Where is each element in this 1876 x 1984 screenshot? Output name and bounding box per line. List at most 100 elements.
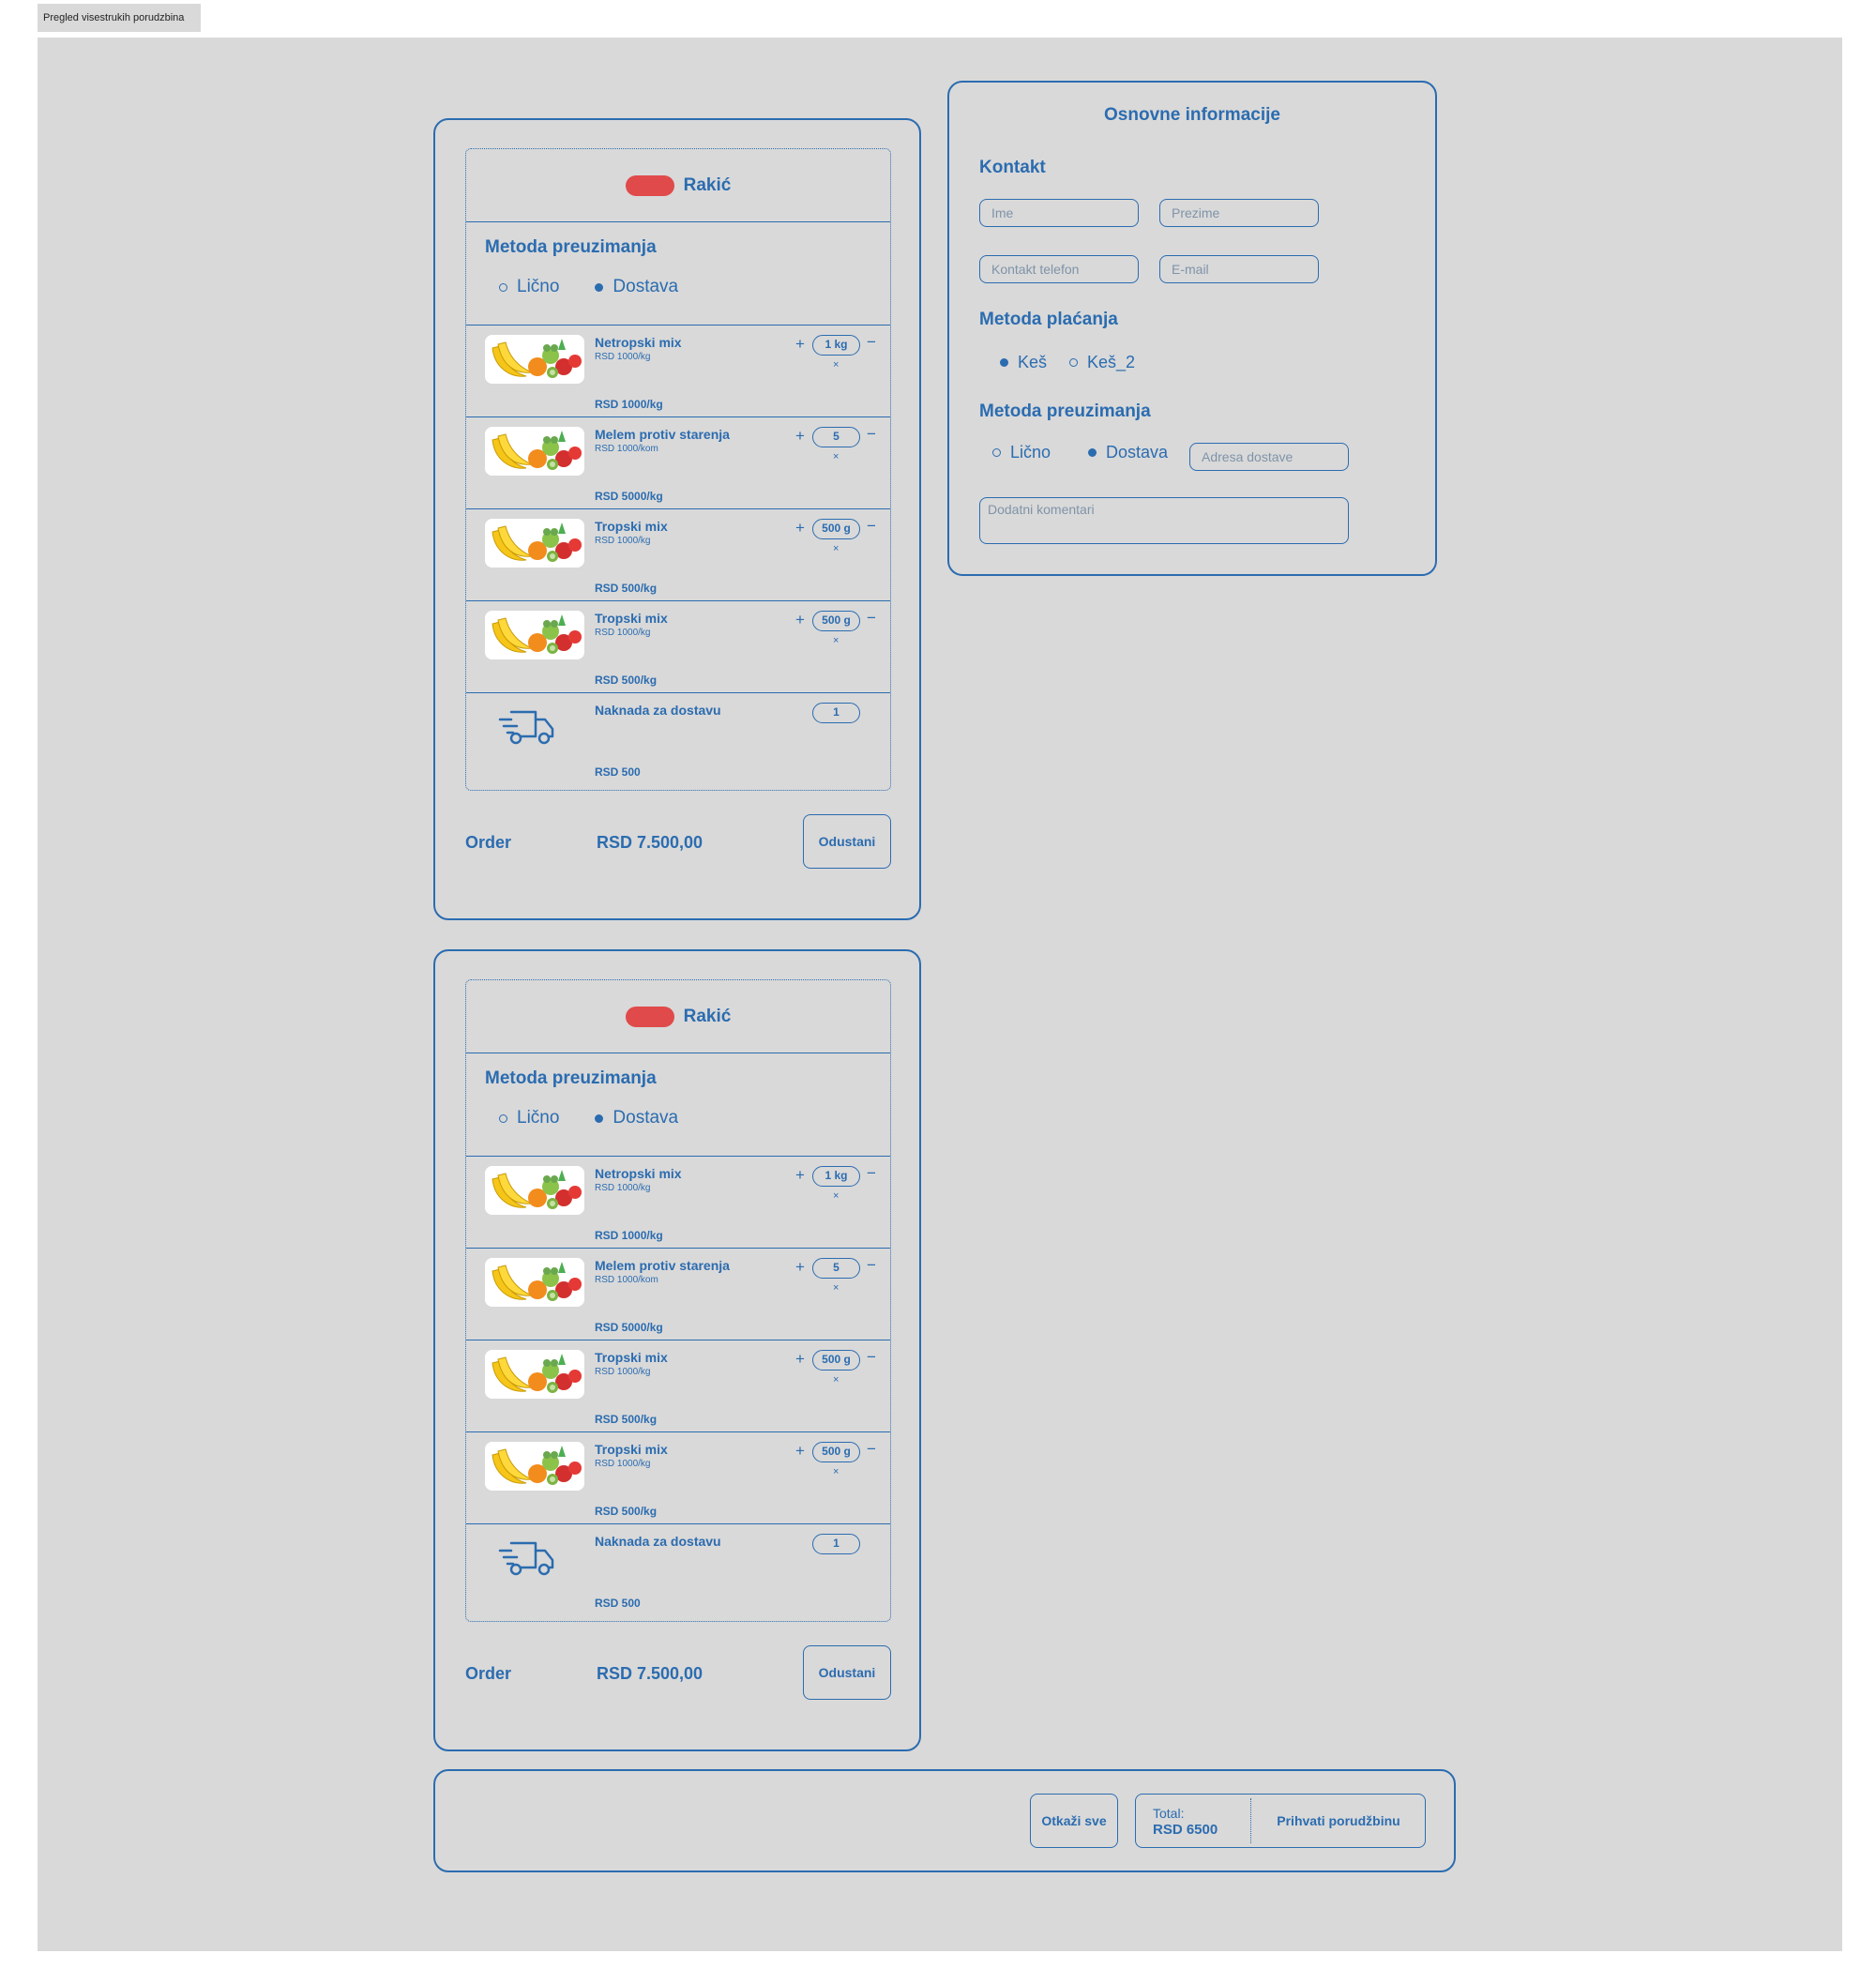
quantity-input[interactable]: 500 g: [812, 611, 860, 631]
quantity-display: 1: [812, 703, 860, 723]
remove-item-button[interactable]: ×: [833, 1190, 839, 1202]
radio-empty-icon: [992, 448, 1001, 457]
pickup-option-dostava[interactable]: Dostava: [595, 277, 678, 297]
page-tab[interactable]: Pregled visestrukih porudzbina: [38, 4, 201, 32]
delivery-truck-icon: [498, 706, 556, 748]
remove-item-button[interactable]: ×: [833, 635, 839, 646]
item-unit-price: RSD 1000/kg: [595, 1183, 651, 1193]
decrease-quantity-button[interactable]: −: [867, 1164, 876, 1183]
remove-item-button[interactable]: ×: [833, 451, 839, 462]
quantity-input[interactable]: 500 g: [812, 1442, 860, 1462]
shop-name: Rakić: [683, 174, 732, 195]
item-total: RSD 500/kg: [595, 674, 658, 687]
decrease-quantity-button[interactable]: −: [867, 425, 876, 444]
cart-item-row: RSD 1000/kg +500 g − × Tropski mix RSD 500/kg: [466, 1432, 890, 1524]
info-pickup-option-licno[interactable]: Lično: [992, 443, 1051, 462]
product-image: [485, 1258, 584, 1307]
increase-quantity-button[interactable]: +: [795, 1350, 805, 1369]
cart-item-row: RSD 1000/kg +500 g − × Tropski mix RSD 500/kg: [466, 509, 890, 601]
cancel-all-button[interactable]: Otkaži sve: [1030, 1794, 1118, 1848]
order-total: RSD 7.500,00: [597, 833, 704, 852]
quantity-input[interactable]: 5: [812, 427, 860, 447]
item-total: RSD 500: [595, 765, 641, 779]
item-total: RSD 500: [595, 1597, 641, 1610]
radio-selected-icon: [1088, 448, 1097, 457]
decrease-quantity-button[interactable]: −: [867, 609, 876, 628]
item-name: Naknada za dostavu: [595, 1534, 721, 1549]
cart-item-row: RSD 1000/kg +1 kg − × Netropski mix RSD 1000/…: [466, 326, 890, 417]
total-value: RSD 6500: [1153, 1822, 1218, 1838]
shop-logo: [625, 174, 674, 196]
remove-item-button[interactable]: ×: [833, 1374, 839, 1386]
cart-item-row: RSD 1000/kg +1 kg − × Netropski mix RSD 1000/…: [466, 1157, 890, 1249]
quantity-input[interactable]: 1 kg: [812, 335, 860, 356]
first-name-field[interactable]: Ime: [979, 199, 1139, 227]
order-card: Rakić Metoda preuzimanja Lično Dostava R…: [433, 118, 921, 920]
order-inner: Rakić Metoda preuzimanja Lično Dostava R…: [465, 148, 891, 791]
increase-quantity-button[interactable]: +: [795, 611, 805, 629]
delivery-fee-row: 1 Naknada za dostavu RSD 500: [466, 1524, 890, 1616]
increase-quantity-button[interactable]: +: [795, 1258, 805, 1277]
cancel-order-button[interactable]: Odustani: [803, 1645, 891, 1700]
decrease-quantity-button[interactable]: −: [867, 1256, 876, 1275]
increase-quantity-button[interactable]: +: [795, 335, 805, 354]
payment-option-kes2[interactable]: Keš_2: [1069, 353, 1135, 372]
item-unit-price: RSD 1000/kg: [595, 1459, 651, 1469]
remove-item-button[interactable]: ×: [833, 543, 839, 554]
remove-item-button[interactable]: ×: [833, 1466, 839, 1477]
product-image: [485, 1350, 584, 1399]
pickup-title: Metoda preuzimanja: [485, 237, 657, 257]
radio-selected-icon: [595, 282, 604, 292]
item-name: Tropski mix: [595, 519, 668, 534]
item-total: RSD 1000/kg: [595, 398, 663, 411]
remove-item-button[interactable]: ×: [833, 359, 839, 371]
pickup-option-licno[interactable]: Lično: [499, 277, 559, 297]
increase-quantity-button[interactable]: +: [795, 519, 805, 538]
pickup-section: Metoda preuzimanja Lično Dostava: [466, 1053, 890, 1157]
cart-item-row: RSD 1000/kom +5− × Melem protiv starenja RSD…: [466, 1249, 890, 1340]
product-image: [485, 1442, 584, 1491]
quantity-input[interactable]: 500 g: [812, 519, 860, 539]
decrease-quantity-button[interactable]: −: [867, 333, 876, 352]
decrease-quantity-button[interactable]: −: [867, 1348, 876, 1367]
item-name: Tropski mix: [595, 1350, 668, 1365]
decrease-quantity-button[interactable]: −: [867, 517, 876, 536]
accept-order-button[interactable]: Prihvati porudžbinu: [1252, 1795, 1425, 1847]
item-total: RSD 500/kg: [595, 582, 658, 595]
contact-title: Kontakt: [979, 158, 1046, 177]
quantity-input[interactable]: 500 g: [812, 1350, 860, 1371]
order-footer: Order RSD 7.500,00 Odustani: [465, 1645, 891, 1702]
decrease-quantity-button[interactable]: −: [867, 1440, 876, 1459]
address-field[interactable]: Adresa dostave: [1189, 443, 1349, 471]
item-unit-price: RSD 1000/kg: [595, 536, 651, 546]
comment-field[interactable]: Dodatni komentari: [979, 497, 1349, 544]
email-field[interactable]: E-mail: [1159, 255, 1319, 283]
divider: [1250, 1798, 1251, 1843]
quantity-input[interactable]: 5: [812, 1258, 860, 1279]
item-unit-price: RSD 1000/kg: [595, 1367, 651, 1377]
increase-quantity-button[interactable]: +: [795, 427, 805, 446]
product-image: [485, 1166, 584, 1215]
product-image: [485, 335, 584, 384]
item-total: RSD 5000/kg: [595, 1321, 663, 1334]
phone-field[interactable]: Kontakt telefon: [979, 255, 1139, 283]
increase-quantity-button[interactable]: +: [795, 1166, 805, 1185]
radio-empty-icon: [1069, 358, 1078, 367]
item-name: Tropski mix: [595, 1442, 668, 1457]
cancel-order-button[interactable]: Odustani: [803, 814, 891, 869]
payment-title: Metoda plaćanja: [979, 310, 1118, 329]
last-name-field[interactable]: Prezime: [1159, 199, 1319, 227]
info-pickup-option-dostava[interactable]: Dostava: [1088, 443, 1168, 462]
payment-option-kes[interactable]: Keš: [1000, 353, 1047, 372]
product-image: [485, 611, 584, 659]
delivery-truck-icon: [498, 1537, 556, 1579]
product-image: [485, 519, 584, 568]
pickup-option-dostava[interactable]: Dostava: [595, 1108, 678, 1128]
item-name: Melem protiv starenja: [595, 427, 730, 442]
quantity-input[interactable]: 1 kg: [812, 1166, 860, 1187]
pickup-option-licno[interactable]: Lično: [499, 1108, 559, 1128]
increase-quantity-button[interactable]: +: [795, 1442, 805, 1461]
remove-item-button[interactable]: ×: [833, 1282, 839, 1294]
item-unit-price: RSD 1000/kom: [595, 1275, 658, 1285]
shop-logo: [625, 1006, 674, 1027]
